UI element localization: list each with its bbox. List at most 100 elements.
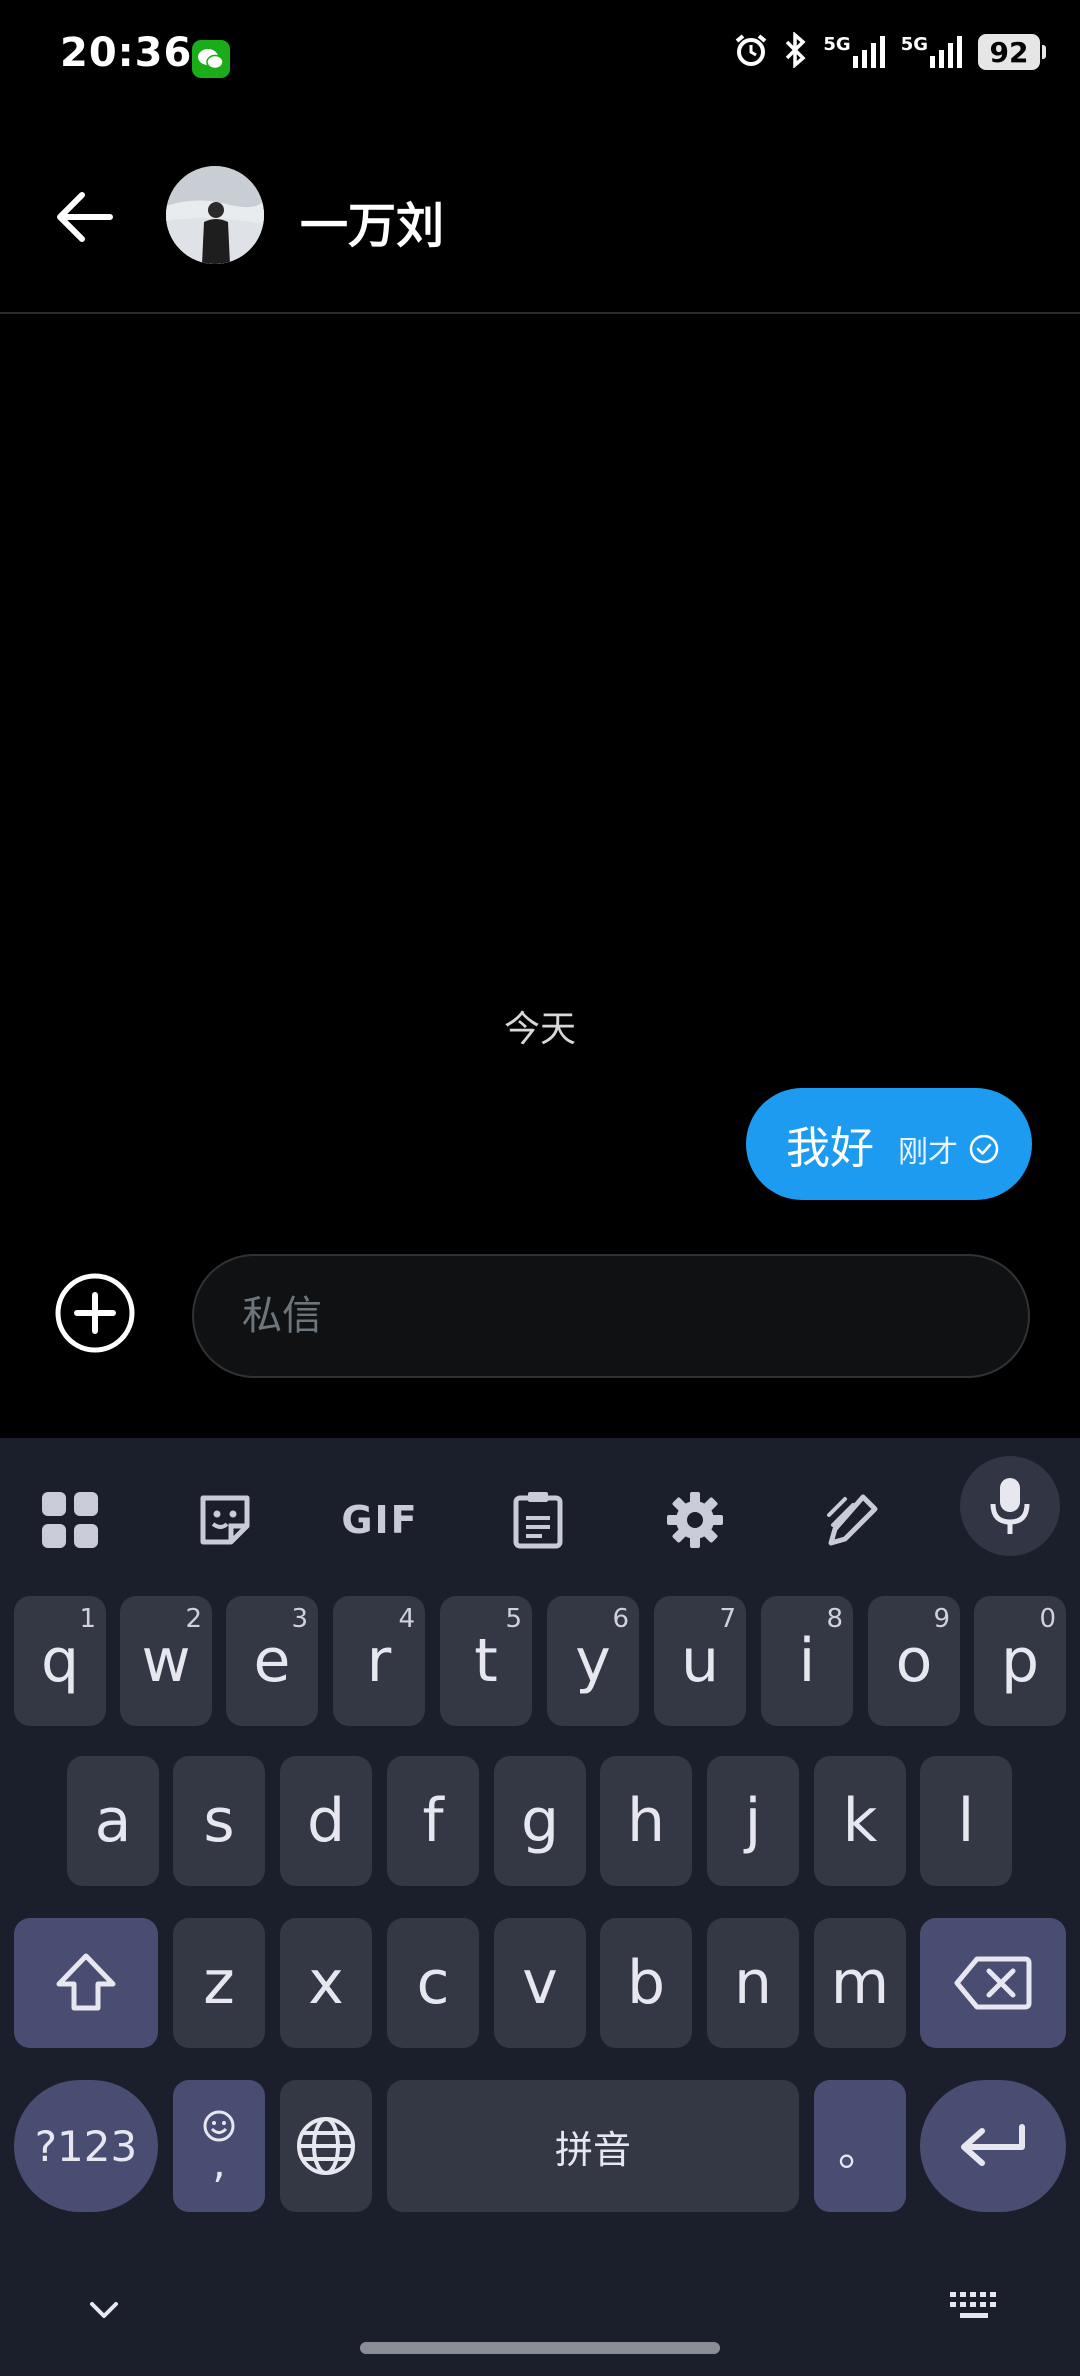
key-y-label: y <box>575 1626 611 1696</box>
key-u-hint: 7 <box>719 1604 736 1634</box>
key-k[interactable]: k <box>814 1756 906 1886</box>
period-key[interactable]: 。 <box>814 2080 906 2212</box>
key-i[interactable]: i8 <box>761 1596 853 1726</box>
key-g[interactable]: g <box>494 1756 586 1886</box>
keyboard <box>0 1438 1080 2376</box>
shift-arrow-icon <box>56 1953 116 2011</box>
enter-key[interactable] <box>920 2080 1066 2212</box>
backspace-icon <box>954 1956 1032 2010</box>
key-i-label: i <box>798 1626 816 1696</box>
key-o-label: o <box>895 1626 933 1696</box>
key-w-label: w <box>141 1626 191 1696</box>
kb-gif-button[interactable]: GIF <box>330 1470 430 1570</box>
network-type-label: 5G <box>900 34 928 55</box>
arrow-left-icon <box>57 192 113 242</box>
backspace-key[interactable] <box>920 1918 1066 2048</box>
key-r-label: r <box>366 1626 392 1696</box>
key-p[interactable]: p0 <box>974 1596 1066 1726</box>
signal-2-icon: 5G <box>901 34 964 70</box>
key-y-hint: 6 <box>612 1604 629 1634</box>
clipboard-icon <box>513 1492 563 1549</box>
message-meta: 刚才 <box>898 1127 1000 1171</box>
kb-sticker-button[interactable] <box>175 1470 275 1570</box>
key-d[interactable]: d <box>280 1756 372 1886</box>
key-w-hint: 2 <box>185 1604 202 1634</box>
status-icons: 5G 5G 92 <box>733 31 1046 72</box>
gear-icon <box>667 1492 723 1548</box>
key-r-hint: 4 <box>398 1604 415 1634</box>
mic-icon <box>990 1478 1030 1534</box>
add-attachment-button[interactable] <box>54 1272 136 1354</box>
key-z[interactable]: z <box>173 1918 265 2048</box>
kb-handwriting-button[interactable] <box>802 1470 902 1570</box>
contact-name[interactable]: 一万刘 <box>300 186 444 256</box>
key-q-hint: 1 <box>79 1604 96 1634</box>
message-composer[interactable] <box>192 1254 1030 1378</box>
key-p-label: p <box>1000 1626 1040 1696</box>
date-divider: 今天 <box>503 1009 576 1050</box>
shift-key[interactable] <box>14 1918 158 2048</box>
key-j[interactable]: j <box>707 1756 799 1886</box>
message-time: 刚才 <box>898 1135 958 1170</box>
enter-icon <box>961 2124 1025 2166</box>
kb-settings-button[interactable] <box>645 1470 745 1570</box>
kb-voice-button[interactable] <box>960 1456 1060 1556</box>
symbols-key[interactable]: ?123 <box>14 2080 158 2212</box>
key-b[interactable]: b <box>600 1918 692 2048</box>
kb-clipboard-button[interactable] <box>488 1470 588 1570</box>
gesture-handle[interactable] <box>360 2342 720 2354</box>
key-t-hint: 5 <box>505 1604 522 1634</box>
key-e-label: e <box>253 1626 291 1696</box>
signal-1-icon: 5G <box>823 34 886 70</box>
apps-grid-icon <box>42 1492 98 1548</box>
key-o[interactable]: o9 <box>868 1596 960 1726</box>
keyboard-switch-button[interactable] <box>948 2290 1000 2330</box>
message-bubble[interactable]: 我好 刚才 <box>746 1088 1032 1200</box>
kb-apps-button[interactable] <box>20 1470 120 1570</box>
message-text: 我好 <box>786 1123 874 1174</box>
space-key[interactable]: 拼音 <box>387 2080 799 2212</box>
key-f[interactable]: f <box>387 1756 479 1886</box>
key-x[interactable]: x <box>280 1918 372 2048</box>
key-c[interactable]: c <box>387 1918 479 2048</box>
chevron-down-icon <box>90 2302 118 2318</box>
key-i-hint: 8 <box>826 1604 843 1634</box>
header-divider <box>0 312 1080 314</box>
key-m[interactable]: m <box>814 1918 906 2048</box>
key-q-label: q <box>40 1626 80 1696</box>
message-input[interactable] <box>240 1292 944 1340</box>
key-h[interactable]: h <box>600 1756 692 1886</box>
key-t[interactable]: t5 <box>440 1596 532 1726</box>
avatar[interactable] <box>166 166 264 264</box>
emoji-comma-key[interactable]: , <box>173 2080 265 2212</box>
key-o-hint: 9 <box>933 1604 950 1634</box>
key-s[interactable]: s <box>173 1756 265 1886</box>
key-u[interactable]: u7 <box>654 1596 746 1726</box>
key-t-label: t <box>474 1626 498 1696</box>
key-l[interactable]: l <box>920 1756 1012 1886</box>
key-r[interactable]: r4 <box>333 1596 425 1726</box>
wechat-notification-icon <box>192 40 230 78</box>
key-v[interactable]: v <box>494 1918 586 2048</box>
globe-icon <box>297 2117 355 2175</box>
comma-label: , <box>212 2138 226 2187</box>
key-q[interactable]: q1 <box>14 1596 106 1726</box>
key-a[interactable]: a <box>67 1756 159 1886</box>
key-e[interactable]: e3 <box>226 1596 318 1726</box>
gif-icon: GIF <box>341 1498 419 1542</box>
key-y[interactable]: y6 <box>547 1596 639 1726</box>
key-n[interactable]: n <box>707 1918 799 2048</box>
handwriting-icon <box>827 1494 878 1546</box>
sent-check-icon <box>969 1134 999 1164</box>
sticker-icon <box>200 1495 250 1545</box>
alarm-icon <box>733 32 769 72</box>
status-time: 20:36 <box>60 30 193 76</box>
key-u-label: u <box>680 1626 720 1696</box>
keyboard-icon <box>950 2292 996 2318</box>
hide-keyboard-button[interactable] <box>84 2290 124 2330</box>
battery-indicator: 92 <box>978 34 1046 70</box>
key-w[interactable]: w2 <box>120 1596 212 1726</box>
key-e-hint: 3 <box>291 1604 308 1634</box>
back-button[interactable] <box>54 190 114 244</box>
language-key[interactable] <box>280 2080 372 2212</box>
